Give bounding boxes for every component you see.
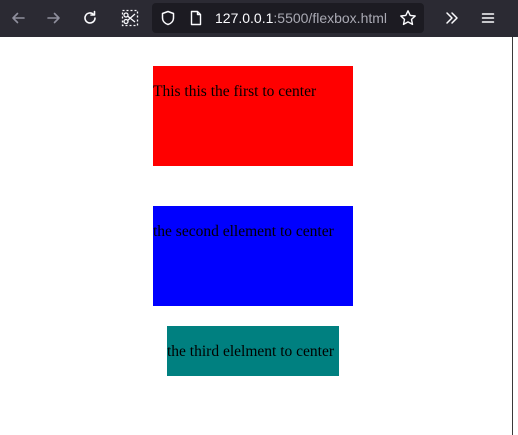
page-content: This this the first to center the second… bbox=[0, 37, 512, 435]
reload-icon[interactable] bbox=[76, 4, 104, 32]
forward-arrow-icon[interactable] bbox=[40, 4, 68, 32]
url-path: :5500/flexbox.html bbox=[273, 10, 388, 26]
first-center-box-text: This this the first to center bbox=[153, 83, 317, 100]
bookmark-star-icon[interactable] bbox=[394, 4, 422, 32]
second-center-box-text: the second ellement to center bbox=[153, 223, 334, 240]
browser-toolbar: 127.0.0.1:5500/flexbox.html bbox=[0, 0, 518, 37]
hamburger-menu-icon[interactable] bbox=[474, 4, 502, 32]
tracking-protection-shield-icon[interactable] bbox=[160, 10, 176, 26]
url-bar[interactable]: 127.0.0.1:5500/flexbox.html bbox=[152, 3, 424, 33]
screenshot-scissors-icon[interactable] bbox=[116, 4, 144, 32]
overflow-chevrons-icon[interactable] bbox=[438, 4, 466, 32]
second-center-box: the second ellement to center bbox=[153, 206, 353, 306]
window-edge bbox=[512, 37, 518, 435]
page-info-icon[interactable] bbox=[188, 10, 204, 26]
first-center-box: This this the first to center bbox=[153, 66, 353, 166]
url-text[interactable]: 127.0.0.1:5500/flexbox.html bbox=[215, 3, 387, 33]
back-arrow-icon[interactable] bbox=[4, 4, 32, 32]
third-center-box: the third elelment to center bbox=[167, 326, 339, 376]
url-host: 127.0.0.1 bbox=[215, 10, 274, 26]
third-center-box-text: the third elelment to center bbox=[167, 343, 334, 360]
